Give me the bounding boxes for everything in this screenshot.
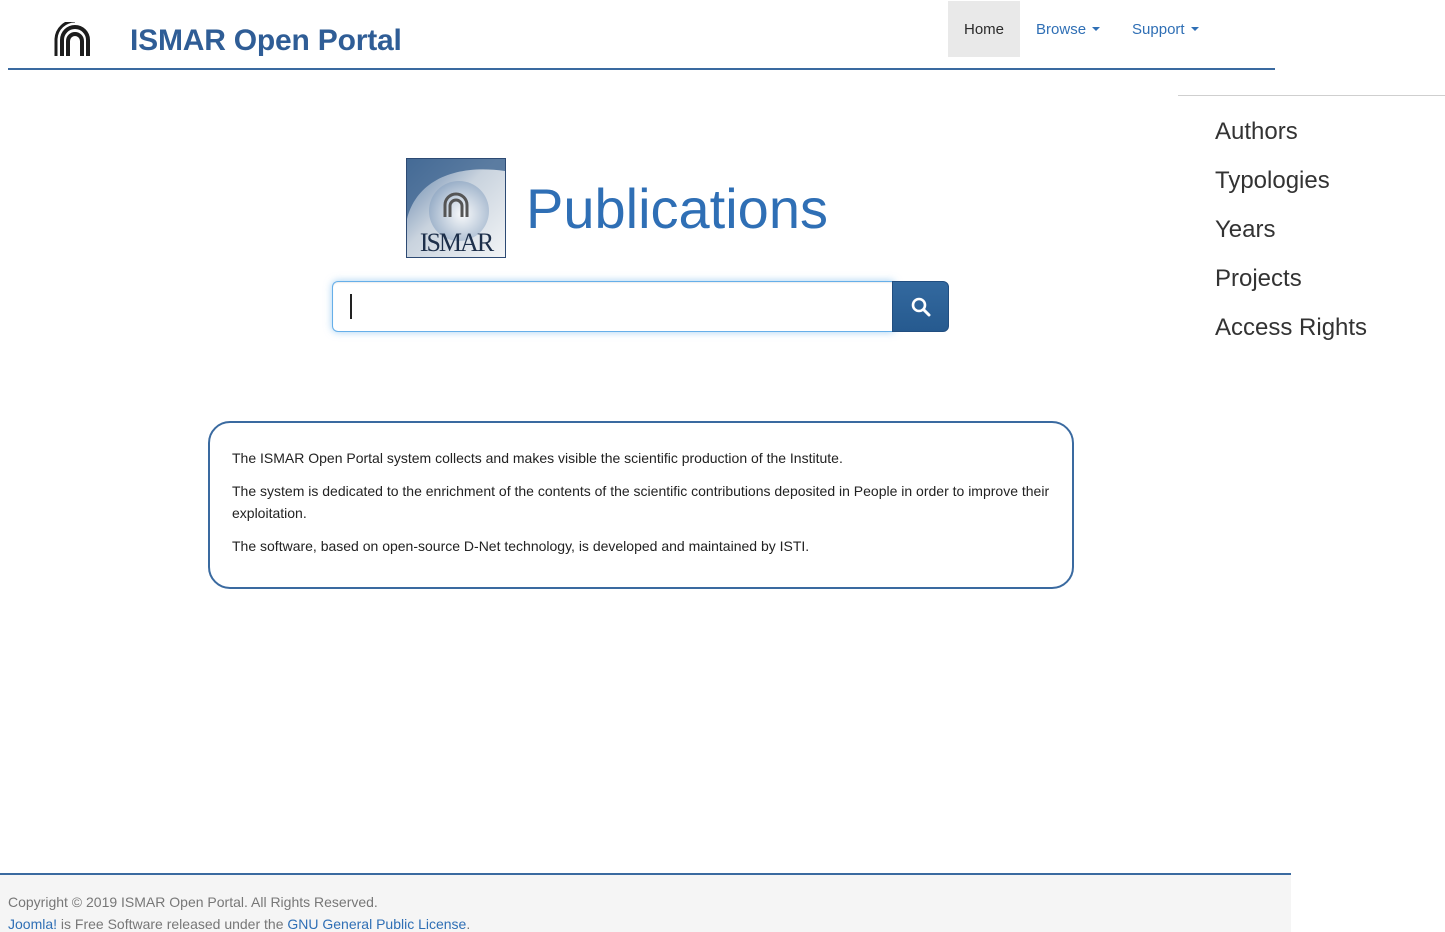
info-box: The ISMAR Open Portal system collects an… [208, 421, 1074, 589]
cnr-logo-icon[interactable] [52, 19, 98, 62]
copyright-text: Copyright © 2019 ISMAR Open Portal. All … [8, 894, 378, 910]
search-icon [911, 297, 930, 316]
site-title[interactable]: ISMAR Open Portal [130, 24, 402, 58]
nav-browse[interactable]: Browse [1020, 1, 1116, 57]
search-button[interactable] [892, 281, 949, 332]
license-line: Joomla! is Free Software released under … [8, 913, 1291, 932]
search-input[interactable] [332, 281, 894, 332]
ismar-logo: ISMAR [406, 158, 506, 258]
menu-item-typologies[interactable]: Typologies [1215, 167, 1330, 195]
footer: Copyright © 2019 ISMAR Open Portal. All … [0, 873, 1291, 932]
license-period: . [466, 916, 471, 932]
menu-item-years[interactable]: Years [1215, 216, 1276, 244]
nav-support-label: Support [1132, 20, 1185, 38]
nav-home[interactable]: Home [948, 1, 1021, 57]
menu-item-authors[interactable]: Authors [1215, 118, 1298, 146]
nav-support[interactable]: Support [1116, 1, 1215, 57]
gnu-license-link[interactable]: GNU General Public License [287, 916, 466, 932]
menu-item-access-rights[interactable]: Access Rights [1215, 314, 1367, 342]
info-paragraph: The ISMAR Open Portal system collects an… [232, 450, 843, 466]
browse-dropdown-menu: Authors Typologies Years Projects Access… [1178, 95, 1445, 361]
license-text: is Free Software released under the [57, 916, 288, 932]
nav-home-label: Home [964, 20, 1005, 38]
menu-item-projects[interactable]: Projects [1215, 265, 1302, 293]
chevron-down-icon [1092, 27, 1101, 31]
info-paragraph: The software, based on open-source D-Net… [232, 538, 810, 554]
nav-browse-label: Browse [1036, 20, 1087, 38]
main-nav: Home Browse Support [948, 1, 1215, 57]
publications-title: Publications [526, 177, 828, 240]
joomla-link[interactable]: Joomla! [8, 916, 57, 932]
chevron-down-icon [1190, 27, 1199, 31]
page: ISMAR Open Portal Home Browse Support Au… [0, 0, 1445, 932]
ismar-logo-text: ISMAR [420, 228, 495, 257]
info-paragraph: The system is dedicated to the enrichmen… [232, 483, 1050, 521]
text-cursor [350, 294, 352, 319]
header-divider [8, 68, 1275, 70]
